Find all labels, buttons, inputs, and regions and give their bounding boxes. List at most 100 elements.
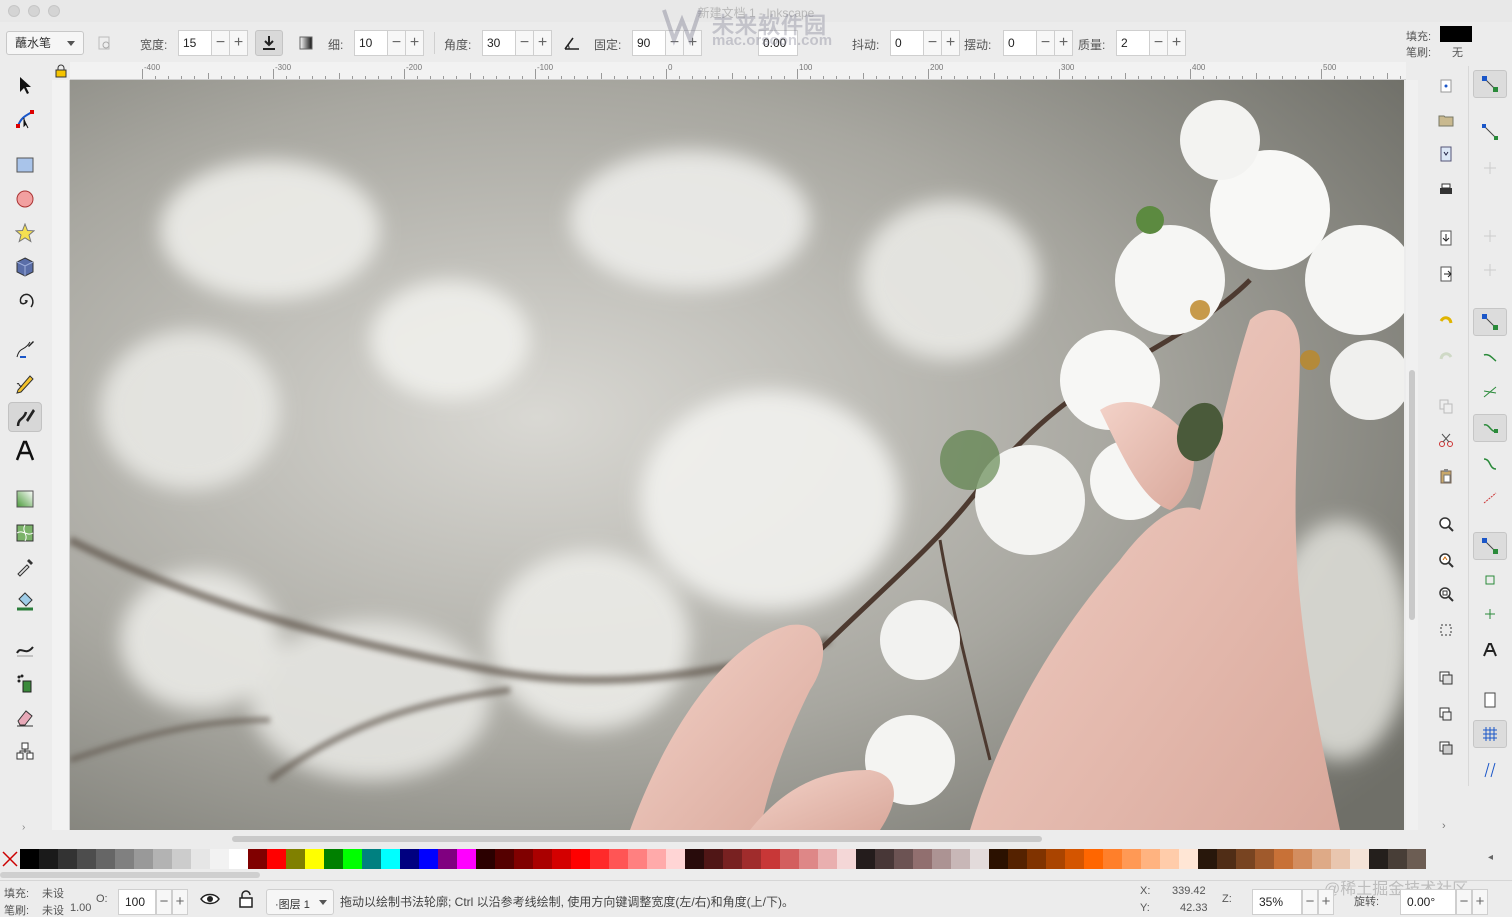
width-spinner[interactable]: − + [178,30,248,56]
opacity-plus-button[interactable]: + [172,889,188,915]
vertical-scroll-thumb[interactable] [1409,370,1415,620]
duplicate-button[interactable] [1434,666,1458,690]
rotate-input[interactable]: 0.00° [1400,889,1456,915]
palette-swatch[interactable] [685,849,704,869]
horizontal-scroll-thumb[interactable] [232,836,1042,842]
palette-swatch[interactable] [248,849,267,869]
caps-spinner[interactable] [758,30,798,56]
palette-swatch[interactable] [818,849,837,869]
cut-button[interactable] [1434,428,1458,452]
angle-minus-button[interactable]: − [516,30,534,56]
thinning-plus-button[interactable]: + [406,30,424,56]
toolbox-more-chevron-icon[interactable]: › [22,822,25,833]
mass-input[interactable] [1116,30,1150,56]
redo-button[interactable] [1434,346,1458,370]
palette-swatch[interactable] [1217,849,1236,869]
palette-swatch[interactable] [970,849,989,869]
save-button[interactable] [1434,142,1458,166]
wiggle-spinner[interactable]: − + [1003,30,1073,56]
dropper-tool[interactable] [8,552,42,582]
palette-swatch[interactable] [191,849,210,869]
status-stroke-value[interactable]: 未设 [42,902,64,917]
palette-swatch[interactable] [856,849,875,869]
palette-swatch[interactable] [419,849,438,869]
palette-swatch[interactable] [1046,849,1065,869]
angle-spinner[interactable]: − + [482,30,552,56]
tweak-tool[interactable] [8,634,42,664]
palette-swatch[interactable] [400,849,419,869]
palette-swatch[interactable] [153,849,172,869]
tremor-spinner[interactable]: − + [890,30,960,56]
palette-swatch[interactable] [1027,849,1046,869]
palette-swatch[interactable] [77,849,96,869]
palette-swatch[interactable] [229,849,248,869]
snap-others-button[interactable] [1473,532,1507,560]
palette-swatch[interactable] [1350,849,1369,869]
tool-preset-dropdown[interactable]: 蘸水笔 [6,31,84,55]
spray-tool[interactable] [8,668,42,698]
wiggle-input[interactable] [1003,30,1037,56]
palette-swatch[interactable] [1065,849,1084,869]
zoom-selection-button[interactable] [1434,512,1458,536]
palette-swatch[interactable] [381,849,400,869]
palette-swatch[interactable] [210,849,229,869]
3dbox-tool[interactable] [8,252,42,282]
snap-paths-button[interactable] [1473,344,1507,372]
tremor-input[interactable] [890,30,924,56]
fill-swatch[interactable] [1440,26,1472,42]
palette-swatch[interactable] [514,849,533,869]
snap-nodes-button[interactable] [1473,308,1507,336]
palette-swatch[interactable] [761,849,780,869]
palette-swatch[interactable] [20,849,39,869]
node-tool[interactable] [8,104,42,134]
preset-save-button[interactable] [90,30,118,56]
export-button[interactable] [1434,262,1458,286]
palette-scrollbar[interactable] [0,870,1512,880]
palette-swatch[interactable] [134,849,153,869]
snap-cusp-button[interactable] [1473,414,1507,442]
palette-swatch[interactable] [628,849,647,869]
palette-swatch[interactable] [951,849,970,869]
thinning-minus-button[interactable]: − [388,30,406,56]
palette-swatch[interactable] [1179,849,1198,869]
calligraphy-tool[interactable] [8,402,42,432]
palette-swatch[interactable] [837,849,856,869]
tilt-button[interactable] [558,30,586,56]
palette-swatch[interactable] [647,849,666,869]
palette-swatch[interactable] [115,849,134,869]
vertical-ruler[interactable] [52,80,70,830]
palette-swatch[interactable] [1103,849,1122,869]
ellipse-tool[interactable] [8,184,42,214]
width-input[interactable] [178,30,212,56]
snap-bbox-corner-button[interactable] [1473,222,1507,250]
selector-tool[interactable] [8,70,42,100]
palette-swatch[interactable] [989,849,1008,869]
palette-scroll-thumb[interactable] [0,872,260,878]
fill-stroke-indicator[interactable]: 填充: 笔刷: 无 [1402,22,1512,62]
palette-swatch[interactable] [1122,849,1141,869]
palette-swatch[interactable] [96,849,115,869]
palette-swatch[interactable] [894,849,913,869]
layer-visibility-button[interactable] [200,891,220,910]
print-button[interactable] [1434,178,1458,202]
snap-bbox-button[interactable] [1473,118,1507,146]
palette-swatch[interactable] [39,849,58,869]
open-button[interactable] [1434,108,1458,132]
palette-swatch[interactable] [723,849,742,869]
palette-swatch[interactable] [476,849,495,869]
width-plus-button[interactable]: + [230,30,248,56]
angle-input[interactable] [482,30,516,56]
zoom-plus-button[interactable]: + [1318,889,1334,915]
palette-swatch[interactable] [780,849,799,869]
vertical-scrollbar[interactable] [1406,80,1418,830]
fixation-input[interactable] [632,30,666,56]
trace-button[interactable] [292,30,320,56]
palette-swatch[interactable] [1369,849,1388,869]
commands-more-chevron-icon[interactable]: › [1442,820,1446,832]
wiggle-plus-button[interactable]: + [1055,30,1073,56]
new-document-button[interactable] [1434,74,1458,98]
clone-button[interactable] [1434,702,1458,726]
snap-smooth-button[interactable] [1473,450,1507,478]
status-fill-value[interactable]: 未设 [42,885,64,901]
mass-minus-button[interactable]: − [1150,30,1168,56]
